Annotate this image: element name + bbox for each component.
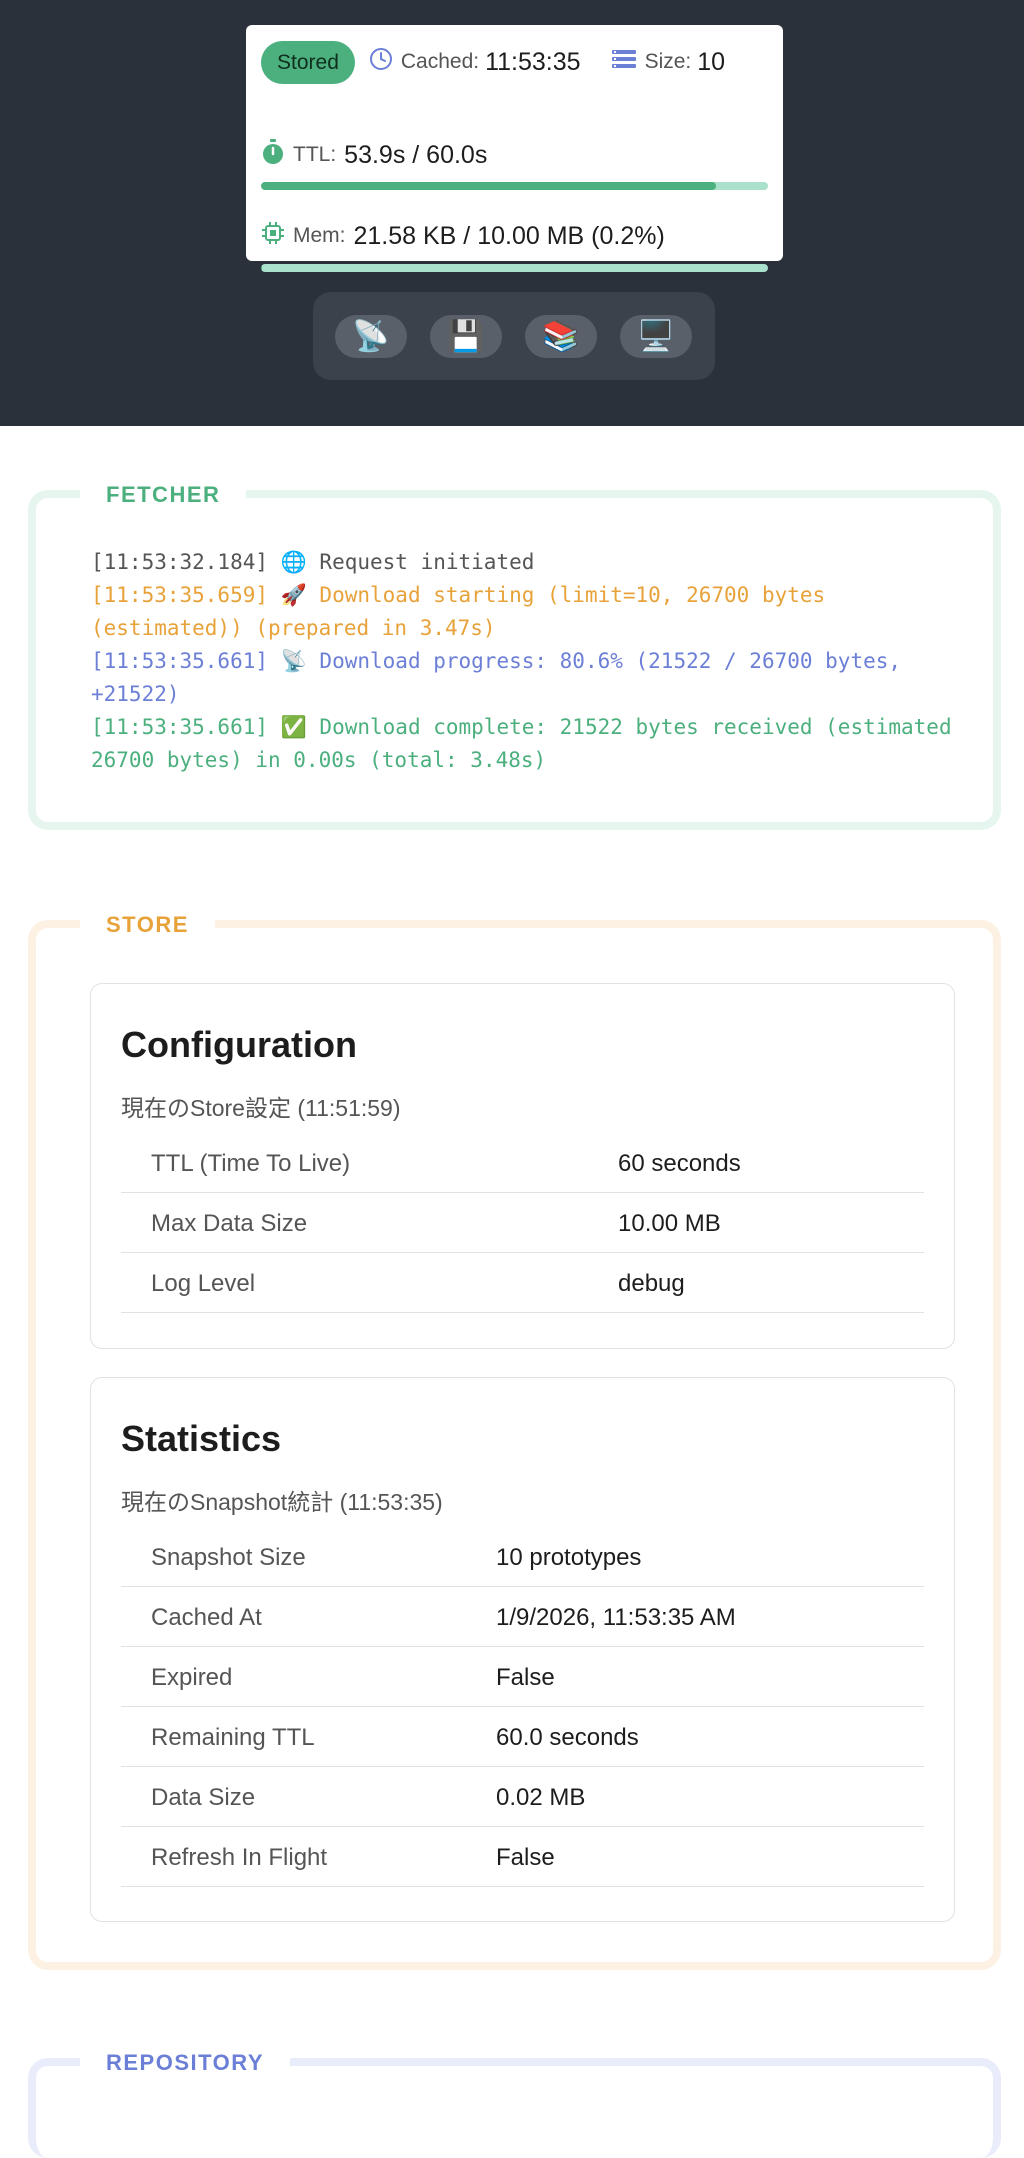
row-value: False	[496, 1664, 555, 1691]
table-row: Snapshot Size 10 prototypes	[121, 1527, 924, 1587]
memory-progress-fill	[261, 264, 262, 272]
memory-progress-bar	[261, 264, 768, 272]
status-summary-row: Stored Cached: 11:53:35 Size: 10	[261, 40, 771, 84]
ttl-label: TTL:	[293, 143, 337, 166]
table-row: Cached At 1/9/2026, 11:53:35 AM	[121, 1587, 924, 1647]
log-line: [11:53:35.659] 🚀 Download starting (limi…	[91, 583, 838, 640]
configuration-subtitle: 現在のStore設定 (11:51:59)	[121, 1095, 401, 1121]
table-row: Refresh In Flight False	[121, 1827, 924, 1887]
satellite-dish-button[interactable]: 📡	[335, 315, 407, 358]
server-list-icon	[611, 48, 637, 76]
cached-value: 11:53:35	[485, 47, 581, 76]
ttl-progress-bar	[261, 182, 768, 190]
table-row: Data Size 0.02 MB	[121, 1767, 924, 1827]
row-key: Cached At	[151, 1604, 262, 1631]
row-key: Expired	[151, 1664, 233, 1691]
configuration-title: Configuration	[121, 1024, 357, 1065]
store-section: STORE Configuration 現在のStore設定 (11:51:59…	[28, 908, 1001, 1970]
desktop-computer-button[interactable]: 🖥️	[620, 315, 692, 358]
books-icon: 📚	[542, 320, 580, 353]
section-toolbar: 📡 💾 📚 🖥️	[313, 292, 715, 380]
ttl-progress-fill	[261, 182, 717, 190]
log-line: [11:53:32.184] 🌐 Request initiated	[91, 550, 535, 574]
statistics-card: Statistics 現在のSnapshot統計 (11:53:35) Snap…	[90, 1377, 955, 1922]
row-key: TTL (Time To Live)	[151, 1150, 351, 1177]
row-value: 60.0 seconds	[496, 1724, 639, 1751]
memory-row: Mem: 21.58 KB / 10.00 MB (0.2%)	[261, 221, 665, 251]
statistics-subtitle: 現在のSnapshot統計 (11:53:35)	[121, 1489, 443, 1515]
row-value: debug	[618, 1270, 685, 1297]
repository-title: REPOSITORY	[80, 2046, 291, 2080]
statistics-table: Snapshot Size 10 prototypes Cached At 1/…	[121, 1527, 924, 1887]
size-value: 10	[697, 47, 726, 76]
ttl-value: 53.9s / 60.0s	[344, 140, 488, 169]
row-value: 1/9/2026, 11:53:35 AM	[496, 1604, 736, 1631]
row-value: 0.02 MB	[496, 1784, 586, 1811]
table-row: TTL (Time To Live) 60 seconds	[121, 1133, 924, 1193]
row-key: Refresh In Flight	[151, 1844, 328, 1871]
cached-label: Cached:	[400, 50, 480, 73]
satellite-dish-icon: 📡	[352, 320, 390, 353]
desktop-computer-icon: 🖥️	[637, 320, 675, 353]
fetcher-log: [11:53:32.184] 🌐 Request initiated [11:5…	[91, 546, 961, 777]
row-value: 60 seconds	[618, 1150, 741, 1177]
mem-label: Mem:	[293, 224, 346, 247]
row-value: 10 prototypes	[496, 1544, 642, 1571]
log-line: [11:53:35.661] ✅ Download complete: 2152…	[91, 715, 965, 772]
statistics-title: Statistics	[121, 1418, 282, 1459]
row-key: Log Level	[151, 1270, 256, 1297]
books-button[interactable]: 📚	[525, 315, 597, 358]
configuration-card: Configuration 現在のStore設定 (11:51:59) TTL …	[90, 983, 955, 1349]
repository-section: REPOSITORY	[28, 2046, 1001, 2158]
floppy-disk-button[interactable]: 💾	[430, 315, 502, 358]
log-line: [11:53:35.661] 📡 Download progress: 80.6…	[91, 649, 914, 706]
configuration-table: TTL (Time To Live) 60 seconds Max Data S…	[121, 1133, 924, 1313]
stopwatch-icon	[261, 139, 285, 171]
status-header: Stored Cached: 11:53:35 Size: 10 TTL: 53…	[0, 0, 1024, 426]
table-row: Log Level debug	[121, 1253, 924, 1313]
row-key: Remaining TTL	[151, 1724, 315, 1751]
row-value: False	[496, 1844, 555, 1871]
status-badge: Stored	[261, 40, 355, 84]
status-card: Stored Cached: 11:53:35 Size: 10 TTL: 53…	[246, 25, 783, 272]
table-row: Max Data Size 10.00 MB	[121, 1193, 924, 1253]
fetcher-section: FETCHER [11:53:32.184] 🌐 Request initiat…	[28, 478, 1001, 830]
table-row: Remaining TTL 60.0 seconds	[121, 1707, 924, 1767]
size-meta: Size: 10	[611, 47, 726, 77]
ttl-row: TTL: 53.9s / 60.0s	[261, 139, 487, 171]
floppy-disk-icon: 💾	[447, 320, 485, 353]
row-value: 10.00 MB	[618, 1210, 721, 1237]
row-key: Max Data Size	[151, 1210, 308, 1237]
cpu-chip-icon	[261, 221, 285, 251]
size-label: Size:	[644, 50, 692, 73]
mem-value: 21.58 KB / 10.00 MB (0.2%)	[353, 221, 665, 250]
clock-icon	[369, 47, 393, 77]
row-key: Snapshot Size	[151, 1544, 306, 1571]
table-row: Expired False	[121, 1647, 924, 1707]
store-title: STORE	[80, 908, 215, 942]
cached-meta: Cached: 11:53:35	[369, 47, 581, 77]
fetcher-title: FETCHER	[80, 478, 247, 512]
row-key: Data Size	[151, 1784, 256, 1811]
